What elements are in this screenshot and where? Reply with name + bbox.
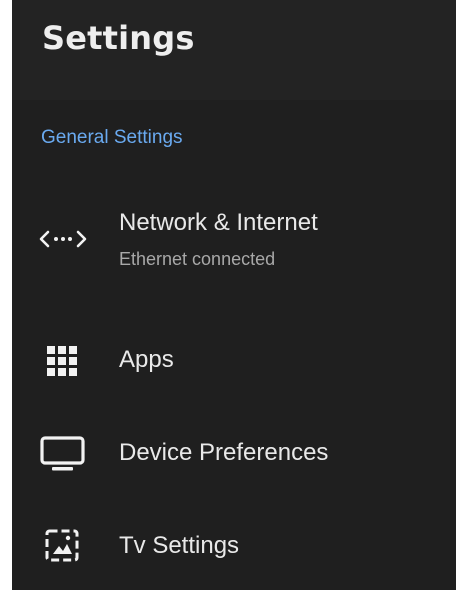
settings-item-network-internet[interactable]: Network & Internet Ethernet connected: [12, 195, 456, 275]
settings-item-subtitle: Ethernet connected: [119, 249, 276, 269]
page-title: Settings: [42, 19, 195, 57]
settings-screen: Settings General Settings Network & Inte…: [12, 0, 456, 590]
settings-item-label: Network & Internet: [119, 209, 318, 236]
tv-monitor-icon: [38, 433, 88, 473]
settings-item-label: Apps: [119, 346, 174, 373]
tv-input-icon: [38, 526, 88, 566]
header: Settings: [12, 0, 456, 100]
settings-item-tv-settings[interactable]: Tv Settings: [12, 506, 456, 586]
settings-item-device-preferences[interactable]: Device Preferences: [12, 413, 456, 493]
settings-item-label: Device Preferences: [119, 439, 329, 466]
settings-item-apps[interactable]: Apps: [12, 320, 456, 400]
network-icon: [38, 219, 88, 259]
apps-grid-icon: [38, 340, 88, 380]
section-label-general-settings: General Settings: [41, 127, 183, 148]
settings-item-label: Tv Settings: [119, 532, 240, 559]
